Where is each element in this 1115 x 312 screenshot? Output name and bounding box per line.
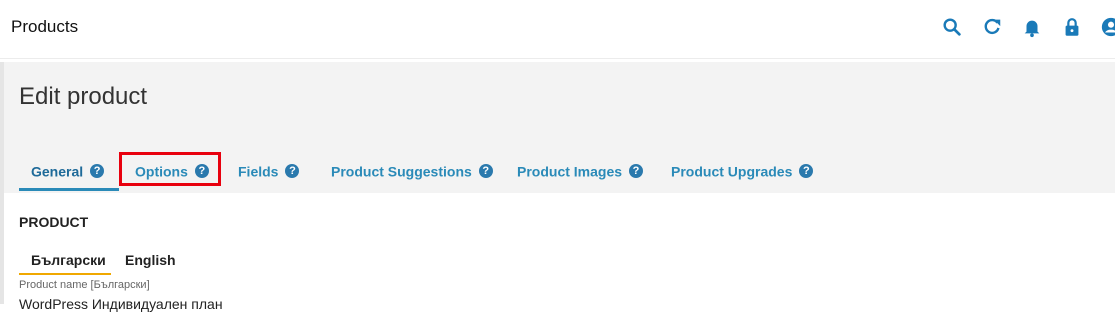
active-tab-indicator bbox=[19, 188, 119, 191]
help-icon[interactable]: ? bbox=[285, 164, 300, 179]
top-bar: Products bbox=[0, 0, 1115, 59]
active-language-indicator bbox=[19, 273, 111, 275]
lock-icon[interactable] bbox=[1061, 16, 1083, 38]
highlight-box bbox=[119, 152, 221, 186]
tab-label: General bbox=[31, 163, 84, 180]
bell-icon[interactable] bbox=[1021, 16, 1043, 38]
tab-product-suggestions[interactable]: Product Suggestions? bbox=[331, 162, 493, 191]
tab-general[interactable]: General? bbox=[31, 162, 105, 191]
tab-label: Product Images bbox=[517, 163, 623, 180]
tab-label: Product Upgrades bbox=[671, 163, 793, 180]
section-title: PRODUCT bbox=[19, 214, 89, 230]
language-tab-bulgarian[interactable]: Български bbox=[31, 252, 106, 268]
tab-product-upgrades[interactable]: Product Upgrades? bbox=[671, 162, 814, 191]
search-icon[interactable] bbox=[941, 16, 963, 38]
product-name-input[interactable]: WordPress Индивидуален план bbox=[19, 296, 223, 312]
tab-label: Fields bbox=[238, 163, 279, 180]
refresh-icon[interactable] bbox=[981, 16, 1003, 38]
product-name-label: Product name [Български] bbox=[19, 279, 150, 291]
page-title: Edit product bbox=[19, 83, 148, 110]
tab-label: Product Suggestions bbox=[331, 163, 472, 180]
help-icon[interactable]: ? bbox=[90, 164, 105, 179]
help-icon[interactable]: ? bbox=[478, 164, 493, 179]
app-title: Products bbox=[11, 17, 79, 36]
user-icon[interactable] bbox=[1100, 16, 1115, 38]
edit-product-page: Edit product General? Options? Fields? P… bbox=[0, 62, 1115, 312]
help-icon[interactable]: ? bbox=[799, 164, 814, 179]
tab-product-images[interactable]: Product Images? bbox=[517, 162, 644, 191]
language-tab-english[interactable]: English bbox=[125, 252, 176, 268]
tab-fields[interactable]: Fields? bbox=[238, 162, 300, 191]
help-icon[interactable]: ? bbox=[629, 164, 644, 179]
